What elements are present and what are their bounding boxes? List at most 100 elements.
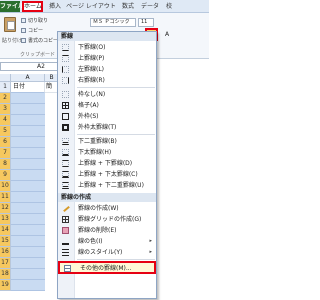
row-header-2[interactable]: 2	[0, 93, 11, 104]
menu-item-top-and-thick-bottom-border[interactable]: 上罫線 + 下太罫線(C)	[58, 169, 156, 180]
selected-cell[interactable]	[11, 214, 45, 225]
selected-cell[interactable]	[11, 181, 45, 192]
selected-cell[interactable]	[11, 104, 45, 115]
menu-item-line-color[interactable]: 線の色(I) ▸	[58, 236, 156, 247]
row-header-18[interactable]: 18	[0, 269, 11, 280]
cell-a1[interactable]: 日付	[11, 82, 45, 93]
menu-item-draw-border[interactable]: 罫線の作成(W)	[58, 203, 156, 214]
bottom-border-icon	[62, 44, 69, 51]
cut-button[interactable]: 切り取り	[21, 17, 48, 25]
menu-item-top-and-bottom-border[interactable]: 上罫線 + 下罫線(D)	[58, 158, 156, 169]
tab-home[interactable]: ホーム	[22, 1, 43, 12]
row-header-3[interactable]: 3	[0, 104, 11, 115]
menu-item-more-borders[interactable]: その他の罫線(M)...	[58, 261, 156, 274]
all-borders-icon	[62, 102, 69, 109]
row-header-12[interactable]: 12	[0, 203, 11, 214]
menu-item-label: 枠なし(N)	[78, 91, 106, 98]
row-header-9[interactable]: 9	[0, 170, 11, 181]
menu-item-left-border[interactable]: 左罫線(L)	[58, 64, 156, 75]
menu-item-label: 上罫線 + 下太罫線(C)	[78, 171, 138, 178]
select-all-corner[interactable]	[0, 74, 11, 82]
submenu-arrow-icon: ▸	[149, 249, 152, 255]
menu-item-label: 罫線グリッドの作成(G)	[78, 216, 142, 223]
menu-section-borders: 罫線	[58, 32, 156, 41]
row-header-5[interactable]: 5	[0, 126, 11, 137]
selected-cell[interactable]	[11, 280, 45, 291]
menu-item-bottom-double-border[interactable]: 下二重罫線(B)	[58, 136, 156, 147]
top-double-bottom-border-icon	[62, 182, 69, 189]
font-name-select[interactable]: ＭＳ Ｐゴシック	[90, 18, 136, 27]
menu-item-label: 上罫線(P)	[78, 55, 105, 62]
row-header-6[interactable]: 6	[0, 137, 11, 148]
menu-item-draw-border-grid[interactable]: 罫線グリッドの作成(G)	[58, 214, 156, 225]
menu-item-label: 左罫線(L)	[78, 66, 105, 73]
menu-item-all-borders[interactable]: 格子(A)	[58, 100, 156, 111]
font-size-select[interactable]: 11	[138, 18, 154, 27]
row-header-10[interactable]: 10	[0, 181, 11, 192]
menu-item-label: その他の罫線(M)...	[80, 265, 132, 272]
line-color-icon	[62, 238, 69, 245]
selected-cell[interactable]	[11, 269, 45, 280]
selected-cell[interactable]	[11, 126, 45, 137]
row-header-13[interactable]: 13	[0, 214, 11, 225]
selected-cell[interactable]	[11, 159, 45, 170]
selected-cell[interactable]	[11, 148, 45, 159]
selected-cell[interactable]	[11, 137, 45, 148]
menu-item-no-border[interactable]: 枠なし(N)	[58, 89, 156, 100]
tab-file[interactable]: ファイル	[0, 1, 24, 12]
menu-item-erase-border[interactable]: 罫線の削除(E)	[58, 225, 156, 236]
menu-item-thick-bottom-border[interactable]: 下太罫線(H)	[58, 147, 156, 158]
row-header-16[interactable]: 16	[0, 247, 11, 258]
pencil-icon	[62, 205, 70, 212]
selected-cell[interactable]	[11, 247, 45, 258]
menu-item-top-border[interactable]: 上罫線(P)	[58, 53, 156, 64]
outside-borders-icon	[62, 113, 69, 120]
menu-item-right-border[interactable]: 右罫線(R)	[58, 75, 156, 86]
ribbon-tab-bar: ファイル ホーム 挿入 ページ レイアウト 数式 データ 校	[0, 0, 209, 13]
selected-cell[interactable]	[11, 225, 45, 236]
row-header-4[interactable]: 4	[0, 115, 11, 126]
tab-page-layout[interactable]: ページ レイアウト	[66, 1, 116, 12]
paper-icon	[7, 21, 15, 30]
tab-data[interactable]: データ	[140, 1, 160, 12]
paste-button[interactable]: 貼り付け	[2, 15, 22, 49]
menu-item-thick-outside-borders[interactable]: 外枠太罫線(T)	[58, 122, 156, 133]
selected-cell[interactable]	[11, 192, 45, 203]
selected-range-a2-a19[interactable]	[11, 93, 45, 104]
menu-item-top-and-double-bottom-border[interactable]: 上罫線 + 下二重罫線(U)	[58, 180, 156, 191]
menu-separator	[77, 87, 155, 88]
font-color-icon[interactable]: A	[165, 31, 169, 38]
submenu-arrow-icon: ▸	[149, 238, 152, 244]
menu-item-label: 右罫線(R)	[78, 77, 105, 84]
grid-pencil-icon	[62, 216, 69, 223]
eraser-icon	[62, 227, 69, 234]
selected-cell[interactable]	[11, 236, 45, 247]
menu-item-line-style[interactable]: 線のスタイル(Y) ▸	[58, 247, 156, 258]
selected-cell[interactable]	[11, 170, 45, 181]
menu-item-label: 外枠(S)	[78, 113, 99, 120]
row-header-19[interactable]: 19	[0, 280, 11, 291]
row-header-7[interactable]: 7	[0, 148, 11, 159]
row-header-15[interactable]: 15	[0, 236, 11, 247]
selected-cell[interactable]	[11, 258, 45, 269]
row-header-17[interactable]: 17	[0, 258, 11, 269]
tab-review[interactable]: 校	[164, 1, 174, 12]
column-header-a[interactable]: A	[11, 74, 45, 82]
menu-item-bottom-border[interactable]: 下罫線(O)	[58, 42, 156, 53]
menu-separator	[77, 134, 155, 135]
no-border-icon	[62, 91, 69, 98]
selected-cell[interactable]	[11, 203, 45, 214]
row-header-11[interactable]: 11	[0, 192, 11, 203]
row-header-8[interactable]: 8	[0, 159, 11, 170]
copy-button[interactable]: コピー	[21, 27, 43, 35]
top-thick-bottom-border-icon	[62, 171, 69, 178]
menu-item-label: 上罫線 + 下二重罫線(U)	[78, 182, 144, 189]
menu-item-outside-borders[interactable]: 外枠(S)	[58, 111, 156, 122]
tab-insert[interactable]: 挿入	[46, 1, 64, 12]
tab-formulas[interactable]: 数式	[120, 1, 136, 12]
left-border-icon	[62, 66, 69, 73]
row-header-1[interactable]: 1	[0, 82, 11, 93]
selected-cell[interactable]	[11, 115, 45, 126]
row-header-14[interactable]: 14	[0, 225, 11, 236]
copy-icon	[21, 28, 26, 33]
